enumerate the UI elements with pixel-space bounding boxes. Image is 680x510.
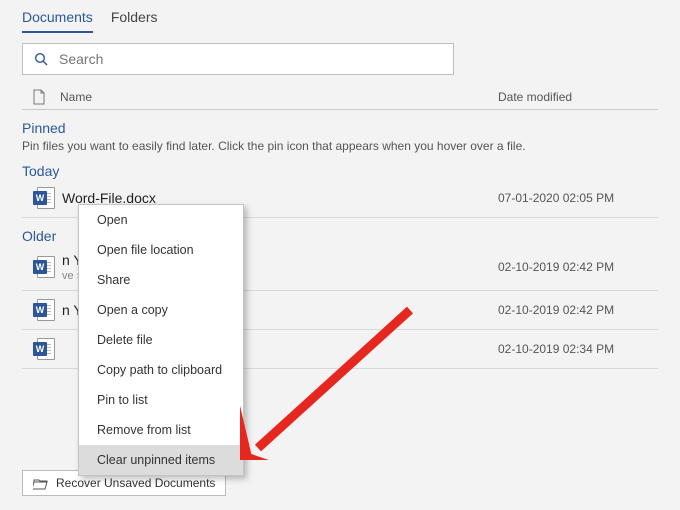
ctx-open-copy[interactable]: Open a copy: [79, 295, 243, 325]
ctx-remove[interactable]: Remove from list: [79, 415, 243, 445]
file-icon: [32, 89, 46, 105]
col-name-label: Name: [60, 90, 92, 104]
word-file-icon: W: [33, 256, 55, 278]
context-menu: Open Open file location Share Open a cop…: [78, 204, 244, 476]
ctx-delete[interactable]: Delete file: [79, 325, 243, 355]
ctx-open-location[interactable]: Open file location: [79, 235, 243, 265]
tabs: Documents Folders: [22, 0, 658, 33]
section-today-title: Today: [22, 163, 658, 179]
ctx-pin[interactable]: Pin to list: [79, 385, 243, 415]
search-icon: [33, 51, 49, 67]
column-headers: Name Date modified: [22, 85, 658, 110]
tab-documents[interactable]: Documents: [22, 5, 93, 33]
ctx-clear-unpinned[interactable]: Clear unpinned items: [79, 445, 243, 475]
section-pinned-hint: Pin files you want to easily find later.…: [22, 139, 658, 153]
file-date: 02-10-2019 02:42 PM: [498, 260, 658, 274]
word-file-icon: W: [33, 299, 55, 321]
folder-open-icon: [33, 477, 49, 490]
section-pinned-title: Pinned: [22, 120, 658, 136]
word-file-icon: W: [33, 338, 55, 360]
recover-label: Recover Unsaved Documents: [56, 476, 215, 490]
file-date: 02-10-2019 02:42 PM: [498, 303, 658, 317]
search-input[interactable]: [59, 51, 443, 67]
ctx-copy-path[interactable]: Copy path to clipboard: [79, 355, 243, 385]
file-date: 02-10-2019 02:34 PM: [498, 342, 658, 356]
word-file-icon: W: [33, 187, 55, 209]
ctx-share[interactable]: Share: [79, 265, 243, 295]
tab-folders[interactable]: Folders: [111, 5, 158, 33]
file-date: 07-01-2020 02:05 PM: [498, 191, 658, 205]
search-box[interactable]: [22, 43, 454, 75]
ctx-open[interactable]: Open: [79, 205, 243, 235]
col-date-label: Date modified: [498, 90, 658, 104]
